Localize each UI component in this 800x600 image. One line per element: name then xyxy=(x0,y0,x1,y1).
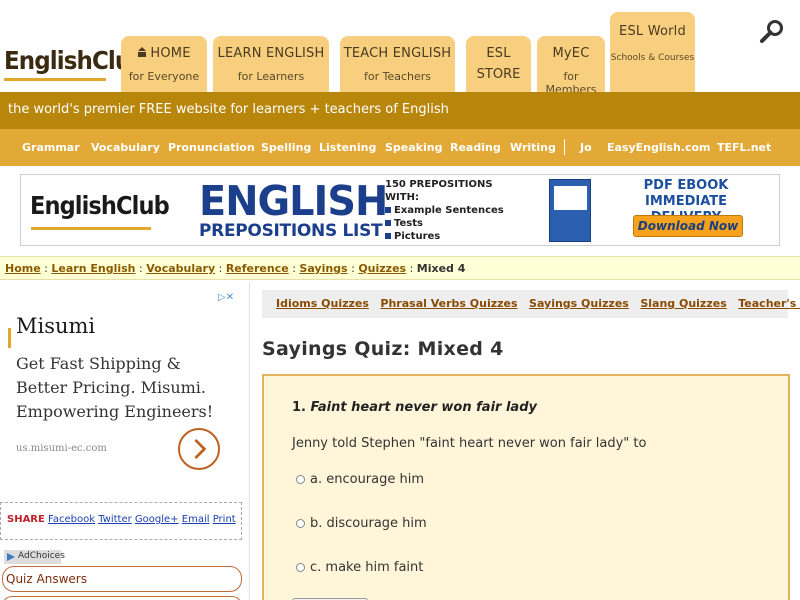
ad-arrow-icon[interactable] xyxy=(178,428,220,470)
tab-myec[interactable]: MyEC for Members xyxy=(537,36,605,96)
ad-title[interactable]: Misumi xyxy=(16,314,95,338)
share-facebook[interactable]: Facebook xyxy=(48,514,95,525)
ad-text[interactable]: Get Fast Shipping & Better Pricing. Misu… xyxy=(16,352,236,424)
radio-button[interactable] xyxy=(296,519,305,528)
adchoices-badge[interactable]: AdChoices xyxy=(4,550,65,564)
subnav-sayings-quizzes[interactable]: Sayings Quizzes xyxy=(529,297,629,310)
tab-esl-store[interactable]: ESL STORE xyxy=(466,36,531,92)
subnav-teachers-notes[interactable]: Teacher's Notes xyxy=(738,297,800,310)
tab-home-sub: for Everyone xyxy=(128,70,200,83)
banner-logo: EnglishClub xyxy=(30,191,170,220)
prepositions-banner-ad[interactable]: EnglishClub ENGLISH PREPOSITIONS LIST 15… xyxy=(20,174,780,246)
tab-myec-label: MyEC xyxy=(552,46,590,61)
search-icon[interactable] xyxy=(758,18,786,46)
banner-ebook-line1: PDF EBOOK xyxy=(643,178,729,193)
share-email[interactable]: Email xyxy=(182,514,210,525)
topic-listening[interactable]: Listening xyxy=(319,141,376,154)
banner-list-item: Example Sentences xyxy=(385,204,504,217)
page-title: Sayings Quiz: Mixed 4 xyxy=(262,338,504,360)
topic-writing[interactable]: Writing xyxy=(510,141,556,154)
breadcrumb-quizzes[interactable]: Quizzes xyxy=(358,262,406,275)
share-twitter[interactable]: Twitter xyxy=(98,514,132,525)
subnav-phrasal-verbs-quizzes[interactable]: Phrasal Verbs Quizzes xyxy=(380,297,517,310)
topic-easyenglish[interactable]: EasyEnglish.com xyxy=(607,141,711,154)
ad-url[interactable]: us.misumi-ec.com xyxy=(16,443,107,454)
subnav-slang-quizzes[interactable]: Slang Quizzes xyxy=(640,297,726,310)
topic-pronunciation[interactable]: Pronunciation xyxy=(168,141,255,154)
share-bar: SHARE Facebook Twitter Google+ Email Pri… xyxy=(0,502,242,540)
tab-world-sub: Schools & Courses xyxy=(610,53,695,63)
option-label: b. discourage him xyxy=(310,516,427,531)
topic-vocabulary[interactable]: Vocabulary xyxy=(91,141,160,154)
breadcrumb-learn-english[interactable]: Learn English xyxy=(51,262,135,275)
tab-teach-label: TEACH ENGLISH xyxy=(343,46,452,61)
question-text: Jenny told Stephen "faint heart never wo… xyxy=(292,436,647,451)
breadcrumb-reference[interactable]: Reference xyxy=(226,262,289,275)
tab-world-label: ESL World xyxy=(619,24,686,39)
sidebar-next-item[interactable] xyxy=(2,596,242,600)
breadcrumb-sayings[interactable]: Sayings xyxy=(299,262,347,275)
home-icon xyxy=(137,47,147,57)
option-label: c. make him faint xyxy=(310,560,424,575)
topic-nav-divider xyxy=(564,139,565,155)
banner-logo-underline xyxy=(31,227,151,230)
answer-option-a[interactable]: a. encourage him xyxy=(296,472,424,487)
radio-button[interactable] xyxy=(296,563,305,572)
banner-title: ENGLISH xyxy=(199,177,388,225)
topic-nav: Grammar Vocabulary Pronunciation Spellin… xyxy=(0,129,800,166)
question-number: 1. xyxy=(292,400,306,415)
breadcrumb-home[interactable]: Home xyxy=(5,262,41,275)
radio-button[interactable] xyxy=(296,475,305,484)
ebook-cover-image xyxy=(549,179,591,242)
tab-esl-world[interactable]: ESL World Schools & Courses xyxy=(610,12,695,92)
tab-teach-english[interactable]: TEACH ENGLISH for Teachers xyxy=(340,36,455,92)
share-print[interactable]: Print xyxy=(213,514,236,525)
topic-speaking[interactable]: Speaking xyxy=(385,141,442,154)
question-saying: Faint heart never won fair lady xyxy=(310,400,537,415)
banner-list-head2: WITH: xyxy=(385,192,419,203)
bullet-square-icon xyxy=(385,207,391,213)
subnav-idioms-quizzes[interactable]: Idioms Quizzes xyxy=(276,297,369,310)
tab-teach-sub: for Teachers xyxy=(363,70,432,83)
question-heading: 1. Faint heart never won fair lady xyxy=(292,400,537,415)
site-tagline: the world's premier FREE website for lea… xyxy=(0,92,800,129)
quiz-category-nav: Idioms Quizzes Phrasal Verbs Quizzes Say… xyxy=(262,290,800,318)
bullet-square-icon xyxy=(385,220,391,226)
answer-option-b[interactable]: b. discourage him xyxy=(296,516,427,531)
banner-feature-list: 150 PREPOSITIONS WITH: Example Sentences… xyxy=(385,178,504,243)
share-googleplus[interactable]: Google+ xyxy=(135,514,179,525)
bullet-square-icon xyxy=(385,233,391,239)
topic-reading[interactable]: Reading xyxy=(450,141,501,154)
share-label: SHARE xyxy=(7,514,45,525)
ad-accent-bar xyxy=(8,328,11,348)
left-sidebar: ▷✕ Misumi Get Fast Shipping & Better Pri… xyxy=(0,282,250,600)
tab-learn-sub: for Learners xyxy=(237,70,305,83)
tab-store-sub: STORE xyxy=(476,67,521,82)
breadcrumb-vocabulary[interactable]: Vocabulary xyxy=(146,262,215,275)
tab-home-label: HOME xyxy=(150,46,191,61)
banner-list-item: Pictures xyxy=(385,230,504,243)
topic-spelling[interactable]: Spelling xyxy=(261,141,311,154)
breadcrumb-current: Mixed 4 xyxy=(416,262,466,275)
quiz-question-box: 1. Faint heart never won fair lady Jenny… xyxy=(262,374,790,600)
topic-tefl[interactable]: TEFL.net xyxy=(717,141,771,154)
quiz-answers-link[interactable]: Quiz Answers xyxy=(2,566,242,592)
topic-grammar[interactable]: Grammar xyxy=(22,141,80,154)
answer-option-c[interactable]: c. make him faint xyxy=(296,560,423,575)
option-label: a. encourage him xyxy=(310,472,425,487)
banner-list-head: 150 PREPOSITIONS xyxy=(385,179,493,190)
tab-home[interactable]: HOME for Everyone xyxy=(121,36,207,92)
tab-learn-english[interactable]: LEARN ENGLISH for Learners xyxy=(213,36,329,92)
banner-list-item: Tests xyxy=(385,217,504,230)
tab-learn-label: LEARN ENGLISH xyxy=(217,46,325,61)
banner-subtitle: PREPOSITIONS LIST xyxy=(199,221,383,241)
download-now-button[interactable]: Download Now xyxy=(633,215,743,237)
topic-jobs[interactable]: Jo xyxy=(580,141,592,154)
site-header: EnglishClub HOME for Everyone LEARN ENGL… xyxy=(0,0,800,96)
ad-close-icon[interactable]: ▷✕ xyxy=(218,292,242,304)
tab-store-label: ESL xyxy=(486,46,511,61)
logo-underline xyxy=(4,78,106,81)
breadcrumb: Home : Learn English : Vocabulary : Refe… xyxy=(0,256,800,280)
